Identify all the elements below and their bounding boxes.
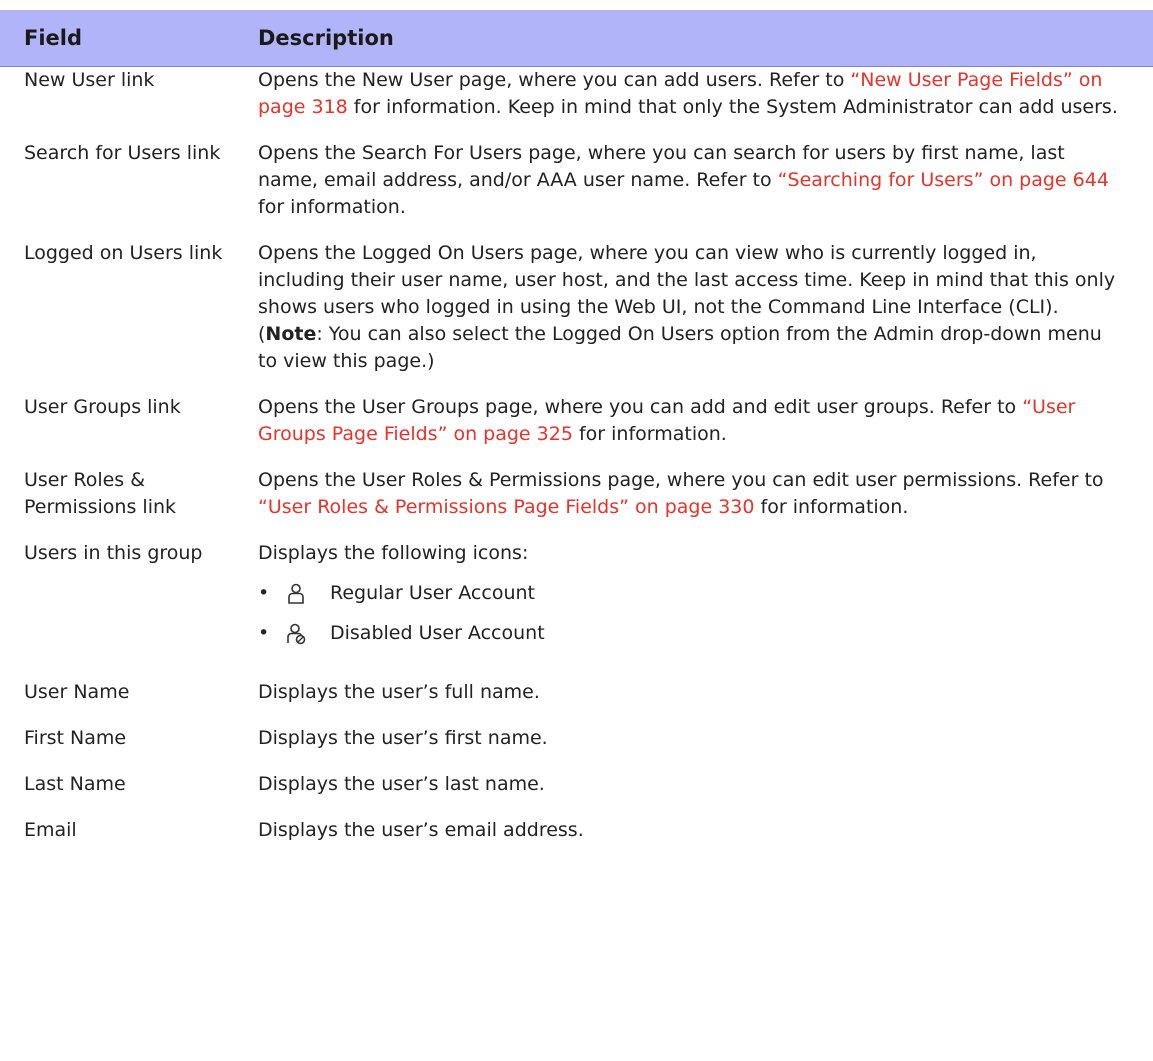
description-text: Opens the User Groups page, where you ca…	[258, 396, 1023, 418]
description-column-header: Description	[258, 25, 394, 50]
field-cell: New User link	[24, 69, 155, 91]
table-row: First Name Displays the user’s first nam…	[0, 725, 1153, 752]
description-cell: Displays the user’s last name.	[258, 773, 545, 795]
table-row: Last Name Displays the user’s last name.	[0, 771, 1153, 798]
searching-for-users-link[interactable]: “Searching for Users” on page 644	[778, 169, 1109, 191]
description-cell: Opens the New User page, where you can a…	[258, 67, 1118, 121]
regular-user-icon	[284, 582, 308, 606]
bullet-icon: •	[258, 582, 270, 604]
disabled-user-icon	[284, 622, 308, 646]
description-text: for information.	[258, 196, 406, 218]
description-text: for information.	[572, 423, 727, 445]
table-row: Search for Users link Opens the Search F…	[0, 140, 1153, 221]
field-cell: Users in this group	[24, 542, 203, 564]
table-row: User Name Displays the user’s full name.	[0, 679, 1153, 706]
description-cell: Displays the user’s email address.	[258, 819, 584, 841]
regular-user-account-label: Regular User Account	[330, 582, 535, 604]
field-cell: Logged on Users link	[24, 242, 223, 264]
description-cell: Opens the User Roles & Permissions page,…	[258, 467, 1118, 521]
list-item: • Regular User Account	[258, 580, 1118, 607]
table-header-row: Field Description	[0, 10, 1153, 66]
field-cell: Email	[24, 819, 77, 841]
field-cell: Last Name	[24, 773, 126, 795]
description-cell: Opens the Search For Users page, where y…	[258, 140, 1118, 221]
description-cell: Displays the following icons: • Regular …	[258, 540, 1118, 660]
disabled-user-account-label: Disabled User Account	[330, 622, 545, 644]
description-cell: Displays the user’s full name.	[258, 681, 540, 703]
user-roles-permissions-page-fields-link[interactable]: “User Roles & Permissions Page Fields” o…	[258, 496, 754, 518]
description-text: : You can also select the Logged On User…	[258, 323, 1102, 372]
table-row: User Groups link Opens the User Groups p…	[0, 394, 1153, 448]
field-cell: Search for Users link	[24, 142, 221, 164]
description-text: Opens the New User page, where you can a…	[258, 69, 851, 91]
table-row: Users in this group Displays the followi…	[0, 540, 1153, 660]
description-cell: Displays the user’s first name.	[258, 727, 548, 749]
bullet-icon: •	[258, 622, 270, 644]
description-cell: Opens the User Groups page, where you ca…	[258, 394, 1118, 448]
table-row: User Roles & Permissions link Opens the …	[0, 467, 1153, 521]
field-description-table: Field Description	[0, 10, 1153, 67]
field-cell: User Roles & Permissions link	[24, 469, 177, 518]
field-cell: First Name	[24, 727, 127, 749]
field-cell: User Name	[24, 681, 130, 703]
table-row: Email Displays the user’s email address.	[0, 817, 1153, 844]
description-cell: Opens the Logged On Users page, where yo…	[258, 240, 1118, 375]
list-item: • Disabled User Account	[258, 620, 1118, 647]
field-cell: User Groups link	[24, 396, 181, 418]
field-column-header: Field	[24, 25, 83, 50]
description-text: Opens the User Roles & Permissions page,…	[258, 469, 1104, 491]
note-label: Note	[265, 323, 317, 345]
description-text: for information. Keep in mind that only …	[347, 96, 1118, 118]
table-row: New User link Opens the New User page, w…	[0, 67, 1153, 121]
description-text: for information.	[754, 496, 909, 518]
table-body: New User link Opens the New User page, w…	[0, 67, 1153, 863]
icon-list: • Regular User Account • Disabled User A…	[258, 580, 1118, 647]
table-row: Logged on Users link Opens the Logged On…	[0, 240, 1153, 375]
description-text: Displays the following icons:	[258, 542, 529, 564]
